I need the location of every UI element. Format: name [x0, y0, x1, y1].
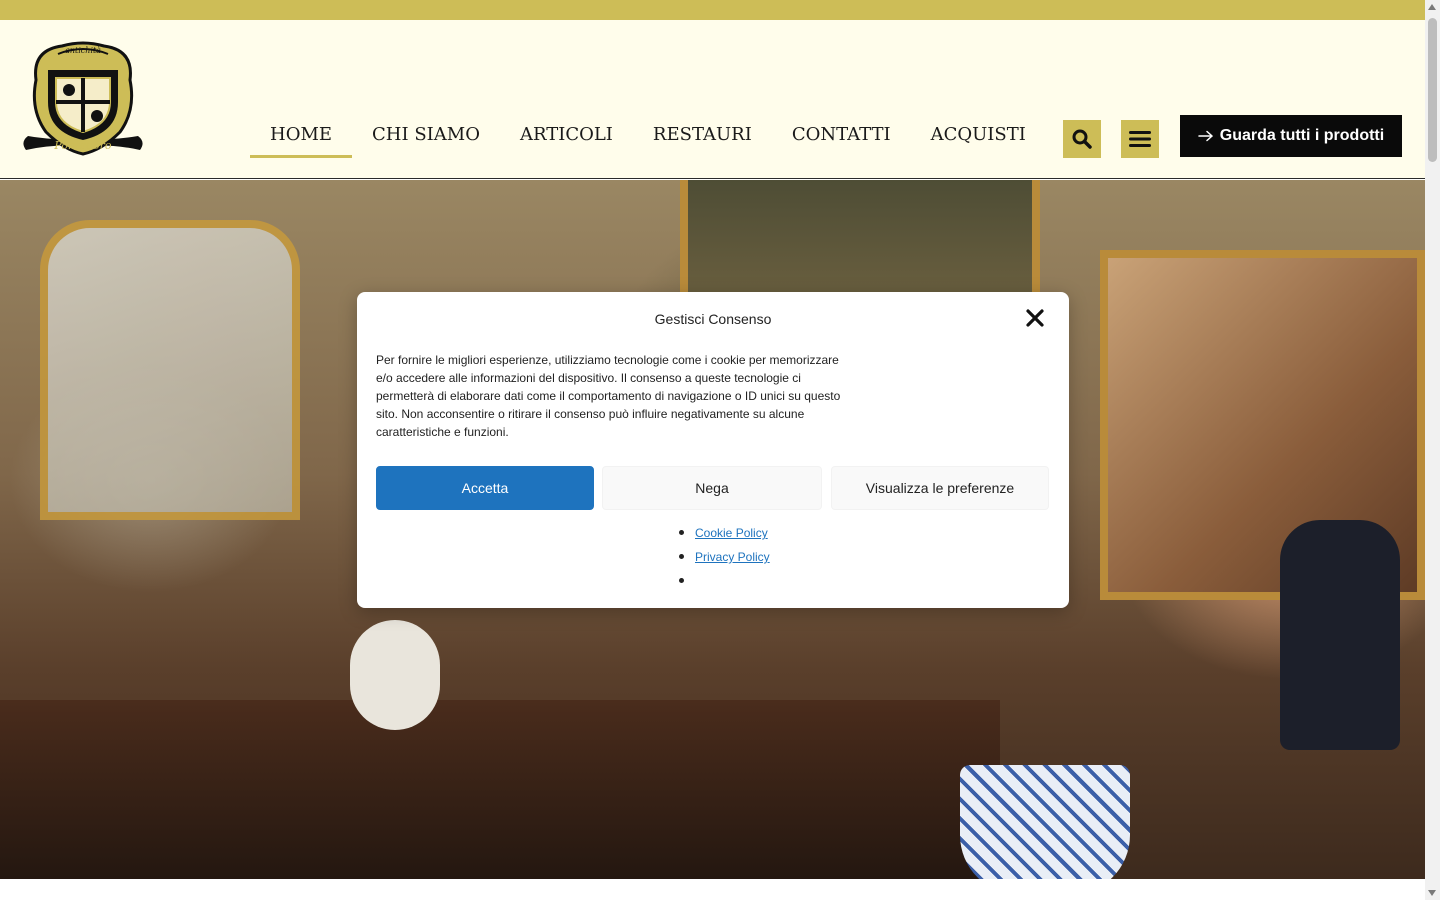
list-item — [677, 572, 770, 596]
list-item: Cookie Policy — [677, 524, 770, 548]
site-header: antichità Pontedoro HOME CHI SIAMO ARTIC… — [0, 20, 1425, 179]
hero-decor-bust — [350, 620, 440, 730]
list-item: Privacy Policy — [677, 548, 770, 572]
policy-links: Cookie Policy Privacy Policy — [677, 524, 770, 596]
nav-item-chi-siamo[interactable]: CHI SIAMO — [352, 116, 500, 158]
deny-button[interactable]: Nega — [602, 466, 822, 510]
nav-item-contatti[interactable]: CONTATTI — [772, 116, 911, 158]
close-button[interactable] — [1023, 306, 1047, 330]
nav-item-articoli[interactable]: ARTICOLI — [500, 116, 633, 158]
scrollbar-thumb[interactable] — [1428, 18, 1437, 162]
privacy-policy-link[interactable]: Privacy Policy — [695, 550, 770, 564]
search-button[interactable] — [1063, 120, 1101, 158]
logo-bottom-text: Pontedoro — [53, 139, 112, 152]
close-icon — [1026, 309, 1044, 327]
logo-top-text: antichità — [65, 46, 101, 55]
scroll-up-icon[interactable] — [1428, 4, 1436, 10]
hero-decor-statue — [1280, 520, 1400, 750]
hero-decor-table — [0, 700, 1000, 879]
nav-item-restauri[interactable]: RESTAURI — [633, 116, 772, 158]
nav-item-acquisti[interactable]: ACQUISTI — [911, 116, 1046, 158]
page-bottom-strip — [0, 879, 1425, 900]
cta-label: Guarda tutti i prodotti — [1219, 127, 1385, 144]
top-accent-bar — [0, 0, 1425, 20]
page-scrollbar[interactable] — [1425, 0, 1440, 900]
accept-button[interactable]: Accetta — [376, 466, 594, 510]
consent-dialog: Gestisci Consenso Per fornire le miglior… — [357, 292, 1069, 608]
hero-decor-mirror — [40, 220, 300, 520]
consent-text: Per fornire le migliori esperienze, util… — [376, 353, 841, 439]
view-all-products-button[interactable]: Guarda tutti i prodotti — [1180, 115, 1402, 157]
site-logo[interactable]: antichità Pontedoro — [22, 40, 144, 160]
nav-item-home[interactable]: HOME — [250, 116, 353, 158]
hamburger-menu-icon — [1129, 131, 1151, 147]
consent-title: Gestisci Consenso — [654, 311, 772, 327]
menu-button[interactable] — [1121, 120, 1159, 158]
arrow-right-icon — [1198, 130, 1213, 142]
search-icon — [1072, 129, 1092, 149]
crest-logo-icon: antichità Pontedoro — [23, 41, 143, 156]
view-preferences-button[interactable]: Visualizza le preferenze — [831, 466, 1049, 510]
main-nav: HOME CHI SIAMO ARTICOLI RESTAURI CONTATT… — [250, 116, 1046, 158]
scroll-down-icon[interactable] — [1428, 890, 1436, 896]
hero-decor-vase — [960, 765, 1130, 879]
cookie-policy-link[interactable]: Cookie Policy — [695, 526, 768, 540]
